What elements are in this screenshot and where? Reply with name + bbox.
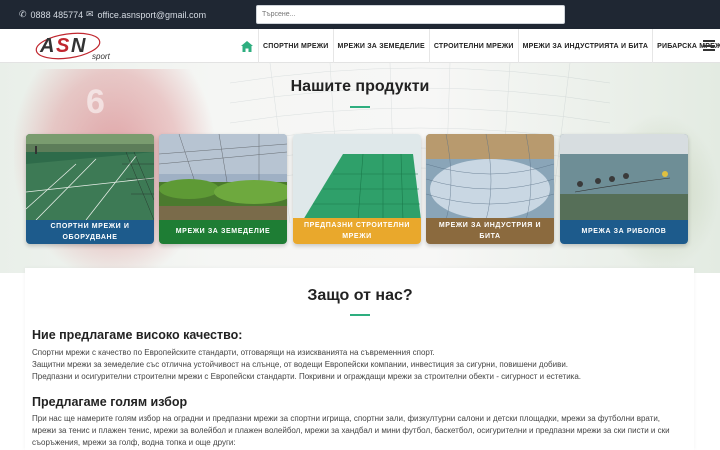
email-contact[interactable]: ✉ office.asnsport@gmail.com	[86, 9, 206, 20]
tennis-court-image	[26, 134, 154, 220]
phone-icon: ✆	[19, 9, 27, 19]
svg-text:sport: sport	[92, 52, 111, 61]
vineyard-image	[159, 134, 287, 220]
choice-text: При нас ще намерите голям избор на оград…	[32, 413, 692, 449]
construction-net-image	[293, 134, 421, 220]
product-card-industry[interactable]: МРЕЖИ ЗА ИНДУСТРИЯ И БИТА	[426, 134, 554, 244]
nav-home[interactable]	[236, 29, 258, 63]
site-logo[interactable]: A S N sport	[28, 29, 116, 62]
product-card-agriculture[interactable]: МРЕЖИ ЗА ЗЕМЕДЕЛИЕ	[159, 134, 287, 244]
products-title: Нашите продукти	[290, 78, 430, 95]
product-label: СПОРТНИ МРЕЖИ И ОБОРУДВАНЕ	[26, 220, 154, 244]
hamburger-icon[interactable]	[703, 40, 715, 51]
title-divider	[350, 314, 370, 316]
product-label: ПРЕДПАЗНИ СТРОИТЕЛНИ МРЕЖИ	[293, 218, 421, 244]
choice-line: мрежи за тенис и плажен тенис, мрежи за …	[32, 426, 670, 435]
nav-menu: СПОРТНИ МРЕЖИ МРЕЖИ ЗА ЗЕМЕДЕЛИЕ СТРОИТЕ…	[236, 29, 720, 63]
email-address: office.asnsport@gmail.com	[97, 9, 207, 20]
product-card-fishing[interactable]: МРЕЖА ЗА РИБОЛОВ	[560, 134, 688, 244]
phone-number: 0888 485774	[30, 9, 84, 20]
choice-line: При нас ще намерите голям избор на оград…	[32, 414, 661, 423]
product-label: МРЕЖИ ЗА ЗЕМЕДЕЛИЕ	[159, 220, 287, 244]
why-us-title: Защо от нас?	[307, 287, 413, 304]
nav-item-agriculture-nets[interactable]: МРЕЖИ ЗА ЗЕМЕДЕЛИЕ	[332, 29, 429, 63]
nav-item-industry-nets[interactable]: МРЕЖИ ЗА ИНДУСТРИЯТА И БИТА	[517, 29, 652, 63]
product-card-construction[interactable]: ПРЕДПАЗНИ СТРОИТЕЛНИ МРЕЖИ	[293, 134, 421, 244]
main-navigation: A S N sport СПОРТНИ МРЕЖИ МРЕЖИ ЗА ЗЕМЕД…	[0, 29, 720, 63]
nav-item-sport-nets[interactable]: СПОРТНИ МРЕЖИ	[258, 29, 333, 63]
quality-heading: Ние предлагаме високо качество:	[32, 328, 243, 342]
choice-heading: Предлагаме голям избор	[32, 395, 188, 409]
quality-line: Предпазни и осигурителни строителни мреж…	[32, 372, 582, 381]
quality-line: Спортни мрежи с качество по Европейските…	[32, 348, 435, 357]
product-card-sport[interactable]: СПОРТНИ МРЕЖИ И ОБОРУДВАНЕ	[26, 134, 154, 244]
nav-item-construction-nets[interactable]: СТРОИТЕЛНИ МРЕЖИ	[428, 29, 518, 63]
title-divider	[350, 106, 370, 108]
home-icon	[241, 40, 253, 52]
search-input[interactable]	[256, 5, 565, 24]
industry-net-image	[426, 134, 554, 220]
svg-text:A: A	[39, 35, 54, 57]
quality-line: Защитни мрежи за земеделие със отлична у…	[32, 360, 569, 369]
envelope-icon: ✉	[86, 9, 94, 19]
product-label: МРЕЖИ ЗА ИНДУСТРИЯ И БИТА	[426, 218, 554, 244]
svg-text:N: N	[71, 35, 86, 57]
product-label: МРЕЖА ЗА РИБОЛОВ	[560, 220, 688, 244]
quality-text: Спортни мрежи с качество по Европейските…	[32, 347, 692, 383]
fishing-image	[560, 134, 688, 220]
phone-contact[interactable]: ✆ 0888 485774	[19, 9, 83, 20]
top-bar: ✆ 0888 485774 ✉ office.asnsport@gmail.co…	[0, 0, 720, 29]
svg-text:S: S	[56, 35, 70, 57]
choice-line: съоръжения, мрежи за голф, водна топка и…	[32, 438, 236, 447]
